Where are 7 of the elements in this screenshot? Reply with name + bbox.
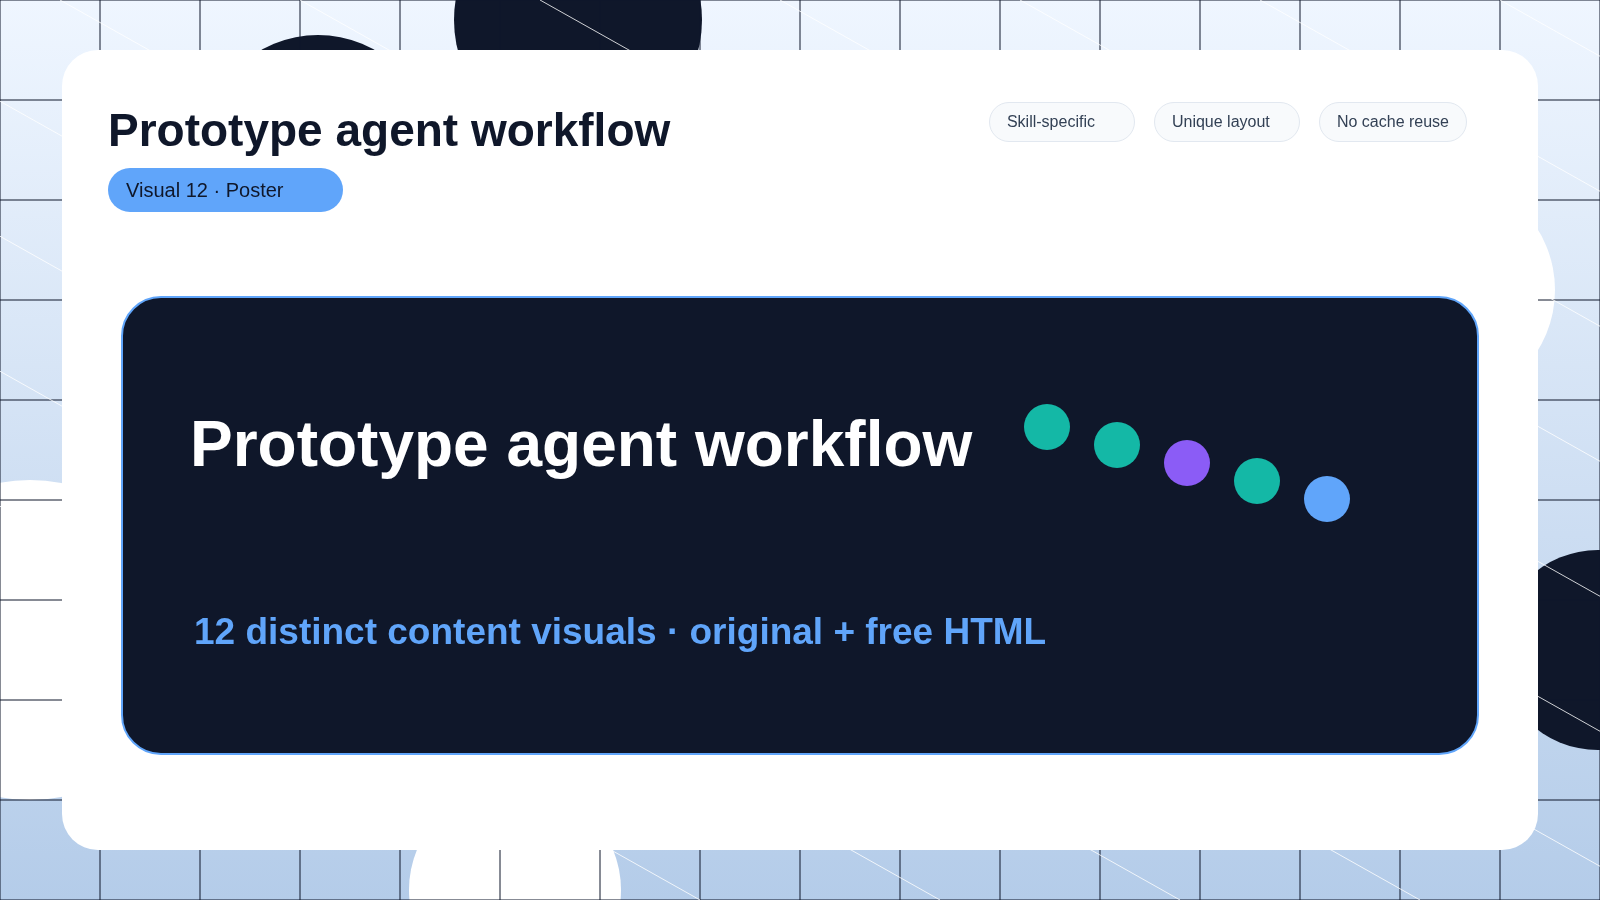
poster-subtitle: 12 distinct content visuals · original + free HTML	[193, 610, 1048, 654]
tag-chip: Unique layout	[1153, 102, 1300, 142]
visual-badge: Visual 12 · Poster	[108, 168, 343, 212]
page-title: Prototype agent workflow	[108, 103, 671, 158]
tag-chip: No cache reuse	[1318, 102, 1467, 142]
tag-chip: Skill-specific	[988, 102, 1135, 142]
poster-title: Prototype agent workflow	[190, 408, 974, 480]
